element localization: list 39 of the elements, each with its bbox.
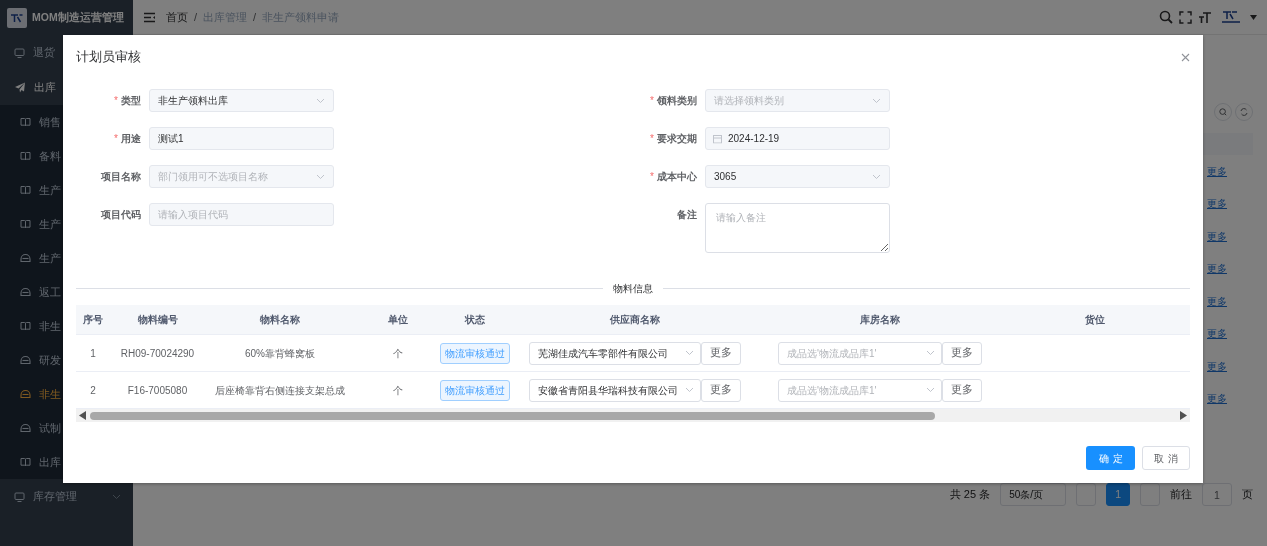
column-header: 货位 (1084, 313, 1106, 327)
field-label: 备注 (677, 208, 697, 222)
column-header: 物料编号 (136, 313, 179, 327)
total-count: 共 25 条 (949, 487, 991, 503)
table-cell-text: F16-7005080 (127, 383, 188, 398)
status-tag: 物流审核通过 (440, 379, 510, 401)
breadcrumb-separator: / (253, 9, 257, 25)
table-cell-text: 个 (392, 346, 403, 361)
required-mark: * (114, 94, 118, 108)
status-tag: 物流审核通过 (440, 342, 510, 364)
column-header: 序号 (82, 313, 104, 327)
column-header: 供应商名称 (609, 313, 661, 327)
breadcrumb-separator: / (194, 9, 198, 25)
app-title: MOM制造运营管理 (32, 9, 124, 25)
goto-label: 前往 (1170, 487, 1192, 503)
column-header: 单位 (386, 313, 409, 327)
field-label: 要求交期 (657, 132, 697, 146)
table-cell-text: 60%靠背蜂窝板 (245, 346, 315, 361)
section-title: 物料信息 (613, 282, 653, 296)
table-cell-text: RH09-70024290 (120, 346, 195, 361)
column-header: 库房名称 (859, 313, 901, 327)
page-unit: 页 (1242, 487, 1253, 503)
dialog-title: 计划员审核 (76, 48, 141, 67)
required-mark: * (650, 132, 654, 146)
field-label: 项目名称 (101, 170, 141, 184)
required-mark: * (650, 94, 654, 108)
table-cell-text: 1 (90, 346, 96, 361)
column-header: 状态 (463, 313, 486, 327)
table-cell-text: 后座椅靠背右侧连接支架总成 (215, 383, 345, 398)
field-label: 领料类别 (657, 94, 697, 108)
required-mark: * (650, 170, 654, 184)
field-label: 类型 (121, 94, 141, 108)
field-label: 项目代码 (101, 208, 141, 222)
field-label: 成本中心 (657, 170, 697, 184)
table-cell-text: 2 (90, 383, 96, 398)
table-cell-text: 个 (392, 383, 403, 398)
field-label: 用途 (121, 132, 141, 146)
column-header: 物料名称 (259, 313, 301, 327)
required-mark: * (114, 132, 118, 146)
